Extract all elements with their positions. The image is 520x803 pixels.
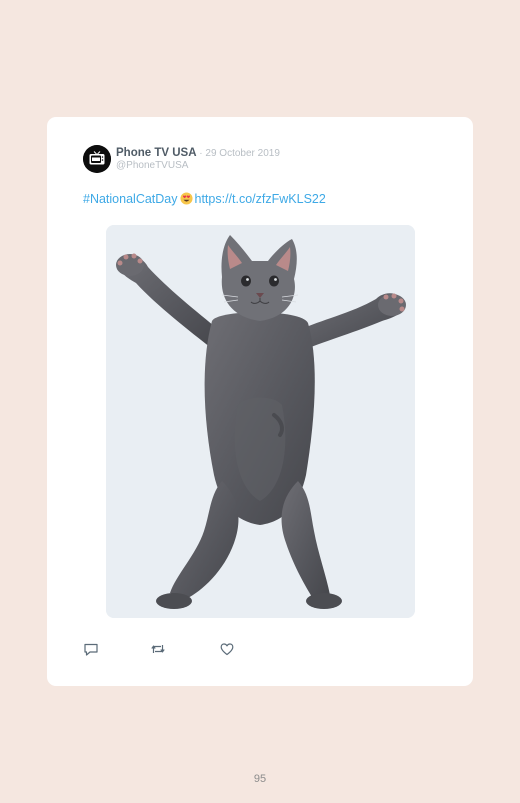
author-line: Phone TV USA · 29 October 2019 [116,146,280,161]
tweet-text: #NationalCatDay https://t.co/zfzFwKLS22 [83,191,326,209]
smiling-face-with-heart-eyes-icon [179,192,193,209]
dancing-cat-photo [106,225,415,618]
author-name[interactable]: Phone TV USA [116,147,197,159]
tweet-media[interactable] [106,225,415,618]
reply-icon[interactable] [83,641,99,657]
tweet-card: Phone TV USA · 29 October 2019 @PhoneTVU… [47,117,473,686]
tv-logo-icon [83,145,111,173]
hashtag-link[interactable]: #NationalCatDay [83,192,178,206]
like-icon[interactable] [219,641,235,657]
tweet-link[interactable]: https://t.co/zfzFwKLS22 [195,192,326,206]
retweet-icon[interactable] [150,641,166,657]
page-number: 95 [253,773,267,785]
avatar[interactable] [83,145,111,173]
tweet-date[interactable]: 29 October 2019 [205,148,280,159]
author-handle[interactable]: @PhoneTVUSA [116,160,188,172]
